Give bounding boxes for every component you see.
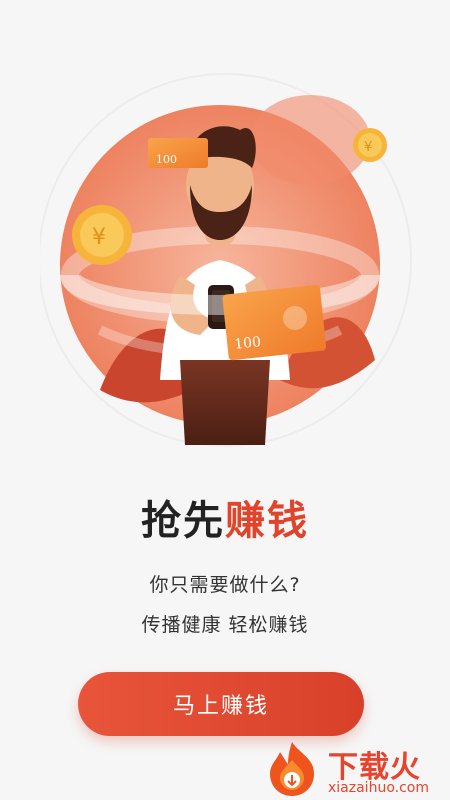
svg-text:¥: ¥ bbox=[364, 140, 372, 155]
banknote-top-value: 100 bbox=[156, 153, 177, 166]
yuan-coin-icon: ¥ bbox=[353, 128, 387, 162]
headline-part2: 赚钱 bbox=[225, 498, 309, 544]
subtitle-line2: 传播健康 轻松赚钱 bbox=[141, 614, 309, 636]
pants bbox=[180, 360, 270, 445]
watermark: 下载火 xiazaihuo.com bbox=[262, 738, 448, 798]
banknote-bottom-value: 100 bbox=[234, 334, 262, 353]
flame-logo-icon bbox=[270, 742, 314, 796]
watermark-brand-en: xiazaihuo.com bbox=[328, 780, 429, 796]
subtitle-line1: 你只需要做什么? bbox=[149, 574, 301, 596]
headline-part1: 抢先 bbox=[141, 498, 225, 544]
start-earning-button[interactable]: 马上赚钱 bbox=[78, 672, 364, 736]
yuan-coin-icon: ¥ bbox=[72, 205, 132, 265]
banknote-icon: 100 bbox=[148, 138, 208, 168]
headline: 抢先赚钱 bbox=[0, 488, 450, 546]
svg-text:¥: ¥ bbox=[92, 225, 106, 250]
hero-illustration: 100 100 ¥ ¥ bbox=[40, 73, 412, 447]
banknote-icon: 100 bbox=[222, 285, 327, 361]
